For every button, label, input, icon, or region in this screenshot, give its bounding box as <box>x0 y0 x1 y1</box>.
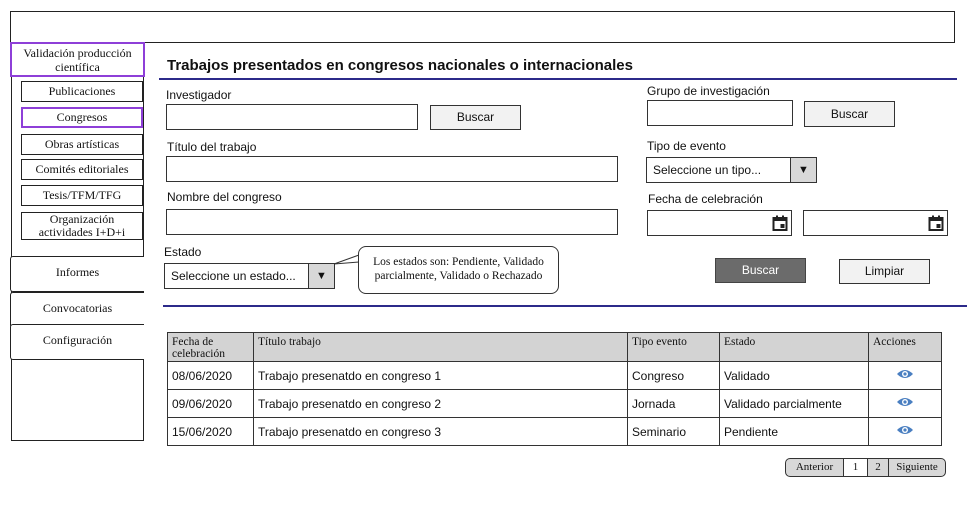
estado-select[interactable]: Seleccione un estado... ▼ <box>164 263 335 289</box>
investigador-label: Investigador <box>166 88 232 102</box>
cell-tipo: Jornada <box>627 389 720 418</box>
cell-fecha: 08/06/2020 <box>167 361 254 390</box>
estado-tooltip: Los estados son: Pendiente, Validado par… <box>358 246 559 294</box>
estado-value: Seleccione un estado... <box>171 269 296 283</box>
chevron-down-icon[interactable]: ▼ <box>790 158 816 182</box>
pagination-prev[interactable]: Anterior <box>785 458 844 477</box>
congreso-label: Nombre del congreso <box>167 190 282 204</box>
column-header-fecha: Fecha de celebración <box>167 332 254 362</box>
cell-titulo: Trabajo presenatdo en congreso 3 <box>253 417 628 446</box>
investigador-search-button[interactable]: Buscar <box>430 105 521 130</box>
fecha-label: Fecha de celebración <box>648 192 763 206</box>
table-row: 15/06/2020 Trabajo presenatdo en congres… <box>167 417 942 446</box>
sidebar-item-validacion[interactable]: Validación producción científica <box>10 42 145 77</box>
clear-button[interactable]: Limpiar <box>839 259 930 284</box>
column-header-tipo: Tipo evento <box>627 332 720 362</box>
section-divider <box>163 305 967 307</box>
table-row: 08/06/2020 Trabajo presenatdo en congres… <box>167 361 942 390</box>
title-divider <box>159 78 957 80</box>
pagination-page-1[interactable]: 1 <box>843 458 868 477</box>
estado-label: Estado <box>164 245 202 259</box>
grupo-label: Grupo de investigación <box>647 84 770 98</box>
titulo-input[interactable] <box>166 156 618 182</box>
sidebar-item-publicaciones[interactable]: Publicaciones <box>21 81 143 102</box>
search-button[interactable]: Buscar <box>715 258 806 283</box>
sidebar-item-tesis[interactable]: Tesis/TFM/TFG <box>21 185 143 206</box>
tooltip-pointer <box>333 254 360 265</box>
calendar-icon[interactable] <box>928 215 944 231</box>
results-table: Fecha de celebración Título trabajo Tipo… <box>167 332 942 446</box>
sidebar-item-obras-artisticas[interactable]: Obras artísticas <box>21 134 143 155</box>
fecha-hasta-input[interactable] <box>803 210 948 236</box>
pagination-next[interactable]: Siguiente <box>888 458 946 477</box>
sidebar-item-convocatorias[interactable]: Convocatorias <box>10 292 144 328</box>
cell-fecha: 15/06/2020 <box>167 417 254 446</box>
top-bar <box>10 11 955 43</box>
cell-estado: Validado <box>719 361 869 390</box>
cell-tipo: Congreso <box>627 361 720 390</box>
grupo-input[interactable] <box>647 100 793 126</box>
cell-acciones <box>868 361 942 390</box>
eye-icon[interactable] <box>896 424 914 436</box>
table-row: 09/06/2020 Trabajo presenatdo en congres… <box>167 389 942 418</box>
column-header-estado: Estado <box>719 332 869 362</box>
eye-icon[interactable] <box>896 368 914 380</box>
column-header-titulo: Título trabajo <box>253 332 628 362</box>
cell-titulo: Trabajo presenatdo en congreso 1 <box>253 361 628 390</box>
grupo-search-button[interactable]: Buscar <box>804 101 895 127</box>
titulo-label: Título del trabajo <box>167 140 257 154</box>
sidebar-item-comites-editoriales[interactable]: Comités editoriales <box>21 159 143 180</box>
cell-acciones <box>868 417 942 446</box>
calendar-icon[interactable] <box>772 215 788 231</box>
sidebar-item-congresos[interactable]: Congresos <box>21 107 143 128</box>
tipo-evento-value: Seleccione un tipo... <box>653 163 762 177</box>
table-header-row: Fecha de celebración Título trabajo Tipo… <box>167 332 942 362</box>
investigador-input[interactable] <box>166 104 418 130</box>
congreso-input[interactable] <box>166 209 618 235</box>
page-title: Trabajos presentados en congresos nacion… <box>167 57 633 74</box>
eye-icon[interactable] <box>896 396 914 408</box>
sidebar-item-informes[interactable]: Informes <box>10 256 144 292</box>
pagination-page-2[interactable]: 2 <box>867 458 889 477</box>
cell-estado: Pendiente <box>719 417 869 446</box>
cell-titulo: Trabajo presenatdo en congreso 2 <box>253 389 628 418</box>
tipo-evento-label: Tipo de evento <box>647 139 726 153</box>
sidebar-item-organizacion-actividades[interactable]: Organización actividades I+D+i <box>21 212 143 240</box>
chevron-down-icon[interactable]: ▼ <box>308 264 334 288</box>
tipo-evento-select[interactable]: Seleccione un tipo... ▼ <box>646 157 817 183</box>
fecha-desde-input[interactable] <box>647 210 792 236</box>
cell-tipo: Seminario <box>627 417 720 446</box>
cell-estado: Validado parcialmente <box>719 389 869 418</box>
column-header-acciones: Acciones <box>868 332 942 362</box>
sidebar <box>11 43 144 441</box>
cell-fecha: 09/06/2020 <box>167 389 254 418</box>
sidebar-item-configuracion[interactable]: Configuración <box>10 324 144 360</box>
cell-acciones <box>868 389 942 418</box>
